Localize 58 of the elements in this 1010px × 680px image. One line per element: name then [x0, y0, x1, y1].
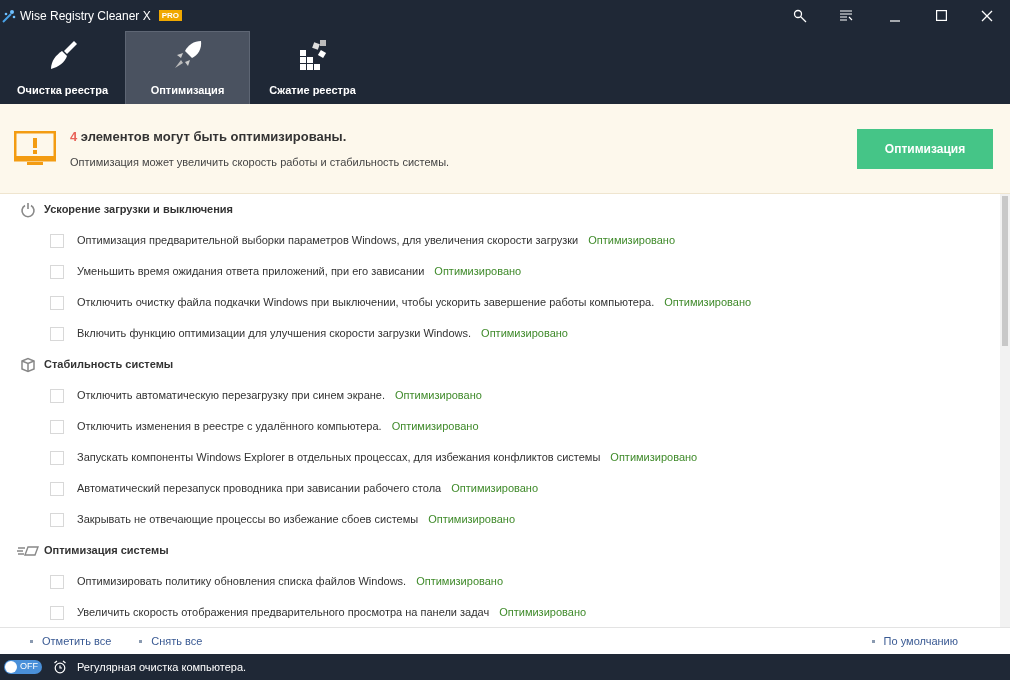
option-label: Автоматический перезапуск проводника при зависании рабочего стола — [77, 481, 442, 497]
tab[interactable]: Сжатие реестра — [250, 31, 375, 104]
banner-headline: 4 элементов могут быть оптимизированы. — [70, 127, 348, 146]
option-label: Отключить автоматическую перезагрузку при синем экране. — [77, 388, 386, 404]
footer-link[interactable]: По умолчанию — [883, 632, 958, 650]
footer-link[interactable]: Отметить все — [42, 632, 112, 650]
section-title: Ускорение загрузки и выключения — [44, 202, 234, 218]
option-label: Уменьшить время ожидания ответа приложений, при его зависании — [77, 264, 425, 280]
tab[interactable]: Очистка реестра — [0, 31, 125, 104]
section-title: Стабильность системы — [44, 357, 174, 373]
option-label: Оптимизация предварительной выборки параметров Windows, для увеличения скорости загрузки — [77, 233, 579, 249]
checkbox[interactable] — [50, 450, 64, 465]
option-label: Запускать компоненты Windows Explorer в отдельных процессах, для избежания конфликтов системы — [77, 450, 601, 466]
status-text: Регулярная очистка компьютера. — [77, 659, 247, 675]
option-label: Отключить изменения в реестре с удалённого компьютера. — [77, 419, 382, 435]
display-3d-icon — [17, 545, 39, 556]
checkbox[interactable] — [50, 419, 64, 434]
window-title: Wise Registry Cleaner X — [20, 7, 151, 25]
status-text: Оптимизировано — [428, 512, 515, 528]
status-text: Оптимизировано — [588, 233, 676, 249]
footer-link[interactable]: Снять все — [151, 632, 203, 650]
status-text: Оптимизировано — [434, 264, 522, 280]
section-title: Оптимизация системы — [44, 543, 169, 559]
status-text: Оптимизировано — [499, 605, 587, 621]
status-text: Оптимизировано — [416, 574, 504, 590]
pro-badge: PRO — [158, 10, 183, 21]
checkbox[interactable] — [50, 388, 64, 403]
status-text: Оптимизировано — [664, 295, 752, 311]
option-label: Включить функцию оптимизации для улучшения скорости загрузки Windows. — [77, 326, 472, 342]
checkbox[interactable] — [50, 295, 64, 310]
menu-icon — [839, 9, 853, 22]
option-label: Закрывать не отвечающие процессы во избежание сбоев системы — [77, 512, 419, 528]
checkbox[interactable] — [50, 605, 64, 620]
checkbox[interactable] — [50, 574, 64, 589]
app-logo-icon — [2, 8, 16, 23]
scrollbar[interactable] — [1000, 194, 1010, 627]
maximize-icon — [935, 10, 947, 21]
status-text: Оптимизировано — [481, 326, 568, 342]
tab[interactable]: Оптимизация — [125, 31, 250, 104]
warning-monitor-icon — [14, 130, 56, 167]
alarm-clock-icon — [53, 660, 67, 674]
banner-text: Оптимизация может увеличить скорость работы и стабильность системы. — [70, 155, 451, 170]
checkbox[interactable] — [50, 481, 64, 496]
checkbox[interactable] — [50, 512, 64, 527]
status-text: Оптимизировано — [391, 419, 479, 435]
minimize-icon — [890, 19, 900, 22]
checkbox[interactable] — [50, 264, 64, 279]
status-text: Оптимизировано — [610, 450, 698, 466]
option-label: Увеличить скорость отображения предварительного просмотра на панели задач — [77, 605, 490, 621]
option-label: Оптимизировать политику обновления списка файлов Windows. — [77, 574, 407, 590]
checkbox[interactable] — [50, 233, 64, 248]
status-text: Оптимизировано — [395, 388, 482, 404]
option-label: Отключить очистку файла подкачки Windows при выключении, чтобы ускорить завершение работы компьютера. — [77, 295, 655, 311]
power-icon — [20, 201, 36, 218]
status-text: Оптимизировано — [451, 481, 539, 497]
cube-icon — [20, 356, 36, 373]
checkbox[interactable] — [50, 326, 64, 341]
close-icon — [981, 9, 993, 22]
